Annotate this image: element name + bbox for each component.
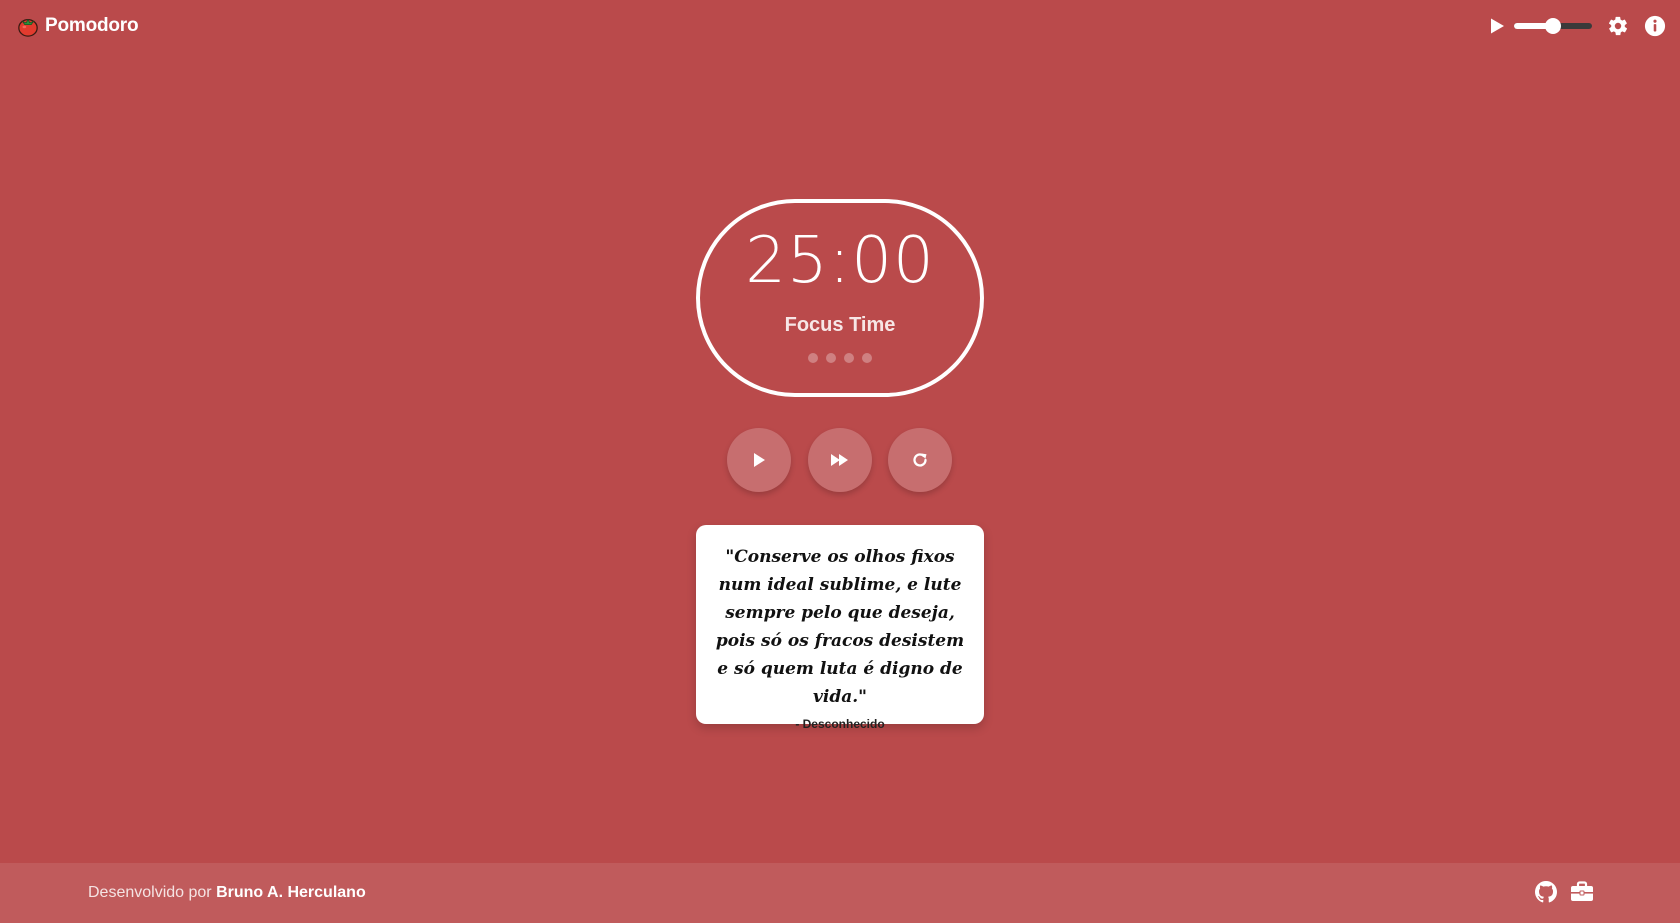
fast-forward-icon [831,454,848,466]
play-icon [754,453,765,467]
cycle-dot [808,353,818,363]
timer-controls [727,428,953,494]
credit: Desenvolvido por Bruno A. Herculano [88,884,366,902]
header-controls [1380,14,1680,38]
start-button[interactable] [727,428,791,492]
quote-card: "Conserve os olhos fixos num ideal subli… [696,525,984,731]
reset-button[interactable] [888,428,952,492]
timer-mode-label: Focus Time [784,314,896,336]
tomato-icon [18,18,38,37]
header: Pomodoro [0,0,1680,52]
cycle-dot [844,353,854,363]
info-icon[interactable] [1644,15,1666,37]
volume-thumb[interactable] [1545,18,1561,34]
volume-slider[interactable] [1514,18,1592,34]
skip-button[interactable] [808,428,872,492]
brand[interactable]: Pomodoro [17,14,139,38]
quote-text: "Conserve os olhos fixos num ideal subli… [715,547,965,707]
cycle-dot [862,353,872,363]
github-icon[interactable] [1535,881,1557,903]
timer-time: 25:00 [745,224,935,298]
pomodoro-app: Pomodoro 25:00 Focus Time "Conserve os o… [0,0,1680,923]
cycle-dots [700,353,980,363]
brand-name: Pomodoro [45,15,139,36]
quote-author: - Desconhecido [795,717,885,731]
cycle-dot [826,353,836,363]
briefcase-icon[interactable] [1570,881,1594,903]
credit-name[interactable]: Bruno A. Herculano [216,884,366,901]
credit-prefix: Desenvolvido por [88,884,212,901]
music-play-button[interactable] [1488,17,1506,35]
gear-icon[interactable] [1607,15,1629,37]
reset-icon [913,453,927,467]
footer: Desenvolvido por Bruno A. Herculano [0,863,1680,923]
timer-display: 25:00 Focus Time [696,199,984,397]
